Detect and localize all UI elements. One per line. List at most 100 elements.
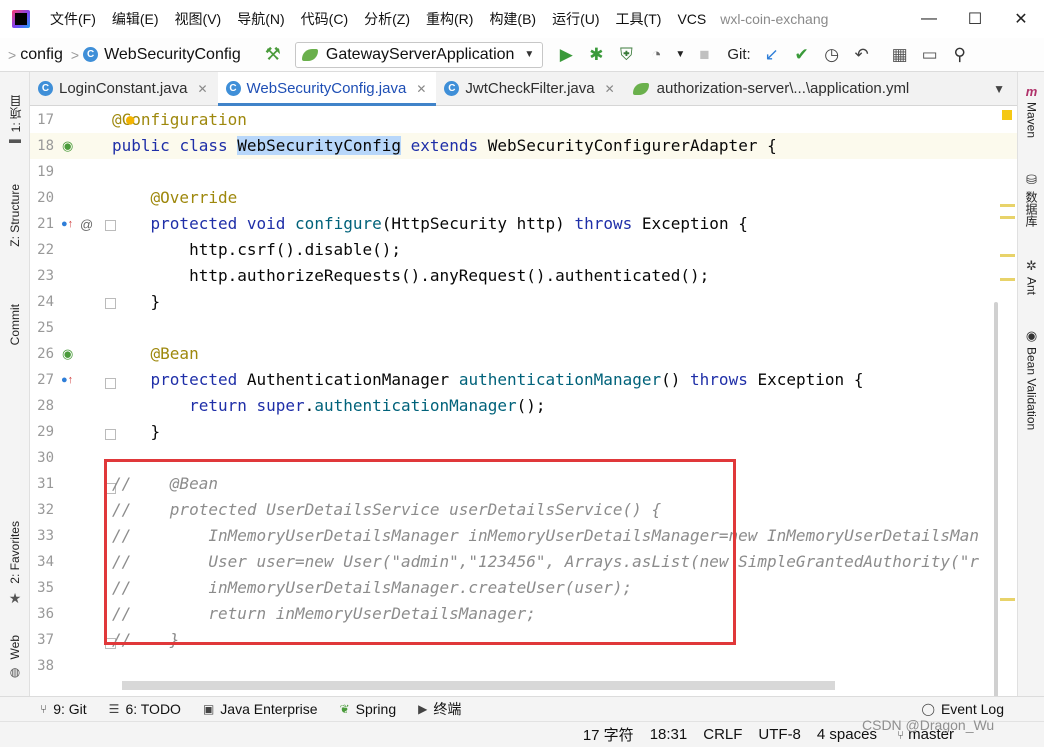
- close-window-button[interactable]: ✕: [998, 0, 1044, 38]
- spring-tool-button[interactable]: ❦ Spring: [340, 701, 397, 717]
- close-tab-icon[interactable]: ✕: [197, 82, 207, 96]
- layout-icon[interactable]: ▭: [917, 42, 943, 68]
- horizontal-scrollbar[interactable]: [122, 681, 835, 690]
- warning-marker[interactable]: [1000, 254, 1015, 257]
- run-icon[interactable]: ▶: [553, 42, 579, 68]
- caret-position[interactable]: 18:31: [650, 726, 688, 743]
- menu-build[interactable]: 构建(B): [481, 0, 544, 38]
- commented-code-line: // return inMemoryUserDetailsManager;: [112, 604, 536, 623]
- web-tool-tab[interactable]: Web: [0, 627, 30, 667]
- menu-analyze[interactable]: 分析(Z): [356, 0, 418, 38]
- structure-tool-tab[interactable]: Z: Structure: [0, 170, 30, 260]
- spring-bean-gutter-icon[interactable]: ◉: [62, 346, 73, 362]
- rollback-icon[interactable]: ↶: [849, 42, 875, 68]
- coverage-icon[interactable]: ⛨: [613, 42, 639, 68]
- bean-validation-tool-tab[interactable]: ◉ Bean Validation: [1018, 328, 1044, 430]
- annotation-gutter-icon[interactable]: @: [80, 217, 93, 232]
- maven-tool-tab[interactable]: m Maven: [1018, 84, 1044, 138]
- git-branch-icon: ⑂: [40, 702, 48, 716]
- warning-marker[interactable]: [1000, 598, 1015, 601]
- minimize-button[interactable]: —: [906, 0, 952, 38]
- keyword-token: public: [112, 136, 170, 155]
- breadcrumb-separator-icon: >: [70, 46, 80, 63]
- gutter-line: 34: [37, 554, 54, 570]
- spring-config-gutter-icon[interactable]: ◉: [62, 138, 73, 154]
- run-configuration-select[interactable]: GatewayServerApplication ▼: [294, 41, 544, 68]
- code-line: return super.authenticationManager();: [112, 393, 1017, 419]
- code-token: http: [516, 214, 556, 233]
- gutter-line: 18 ◉: [30, 133, 112, 159]
- favorites-tool-tab[interactable]: 2: Favorites: [0, 512, 30, 592]
- close-tab-icon[interactable]: ✕: [416, 82, 426, 96]
- git-tool-button[interactable]: ⑂ 9: Git: [40, 701, 87, 717]
- code-token: Exception: [757, 370, 845, 389]
- tab-jwt-check-filter[interactable]: C JwtCheckFilter.java ✕: [436, 72, 624, 105]
- breadcrumb-item-class[interactable]: WebSecurityConfig: [104, 46, 241, 64]
- menu-file[interactable]: 文件(F): [42, 0, 104, 38]
- search-icon[interactable]: ⚲: [947, 42, 973, 68]
- line-separator[interactable]: CRLF: [703, 726, 742, 743]
- git-commit-icon[interactable]: ✔: [789, 42, 815, 68]
- warning-marker[interactable]: [1000, 216, 1015, 219]
- gutter-line: 36: [37, 606, 54, 622]
- tab-web-security-config[interactable]: C WebSecurityConfig.java ✕: [217, 72, 437, 106]
- close-tab-icon[interactable]: ✕: [605, 82, 615, 96]
- override-gutter-icon[interactable]: ●↑: [61, 374, 73, 386]
- gutter-line: 26 ◉: [37, 346, 74, 362]
- menu-view[interactable]: 视图(V): [167, 0, 230, 38]
- intention-bulb-icon[interactable]: ●: [126, 107, 134, 133]
- right-tool-stripe: m Maven ⛁ 数据库 ✲ Ant ◉ Bean Validation: [1017, 72, 1044, 696]
- debug-icon[interactable]: ✱: [583, 42, 609, 68]
- error-stripe[interactable]: [998, 106, 1017, 696]
- menu-code[interactable]: 代码(C): [293, 0, 356, 38]
- more-run-options-icon[interactable]: ▼: [673, 42, 687, 68]
- override-gutter-icon[interactable]: ●↑: [61, 218, 73, 230]
- code-token: (: [661, 370, 671, 389]
- code-editor[interactable]: 17 18 ◉ 19 20 21 ●↑ @ 22 23 24 25 26 ◉ 2…: [30, 106, 1017, 696]
- code-line: @Bean: [112, 341, 1017, 367]
- database-tool-tab[interactable]: ⛁ 数据库: [1018, 172, 1044, 227]
- menu-run[interactable]: 运行(U): [544, 0, 607, 38]
- file-encoding[interactable]: UTF-8: [758, 726, 801, 743]
- commit-tool-tab[interactable]: Commit: [0, 290, 30, 360]
- terminal-tool-button[interactable]: ▶ 终端: [418, 699, 461, 719]
- tab-overflow-chevron-icon[interactable]: ▼: [981, 72, 1017, 105]
- menu-navigate[interactable]: 导航(N): [229, 0, 292, 38]
- keyword-token: protected: [150, 370, 238, 389]
- profile-icon[interactable]: ◔: [643, 42, 669, 68]
- tab-application-yml[interactable]: authorization-server\...\application.yml: [625, 72, 920, 105]
- menu-vcs[interactable]: VCS: [669, 0, 714, 38]
- selection-count[interactable]: 17 字符: [583, 724, 634, 745]
- git-update-icon[interactable]: ↙: [759, 42, 785, 68]
- git-history-icon[interactable]: ◷: [819, 42, 845, 68]
- menu-edit[interactable]: 编辑(E): [104, 0, 167, 38]
- build-hammer-icon[interactable]: ⚒: [265, 44, 281, 65]
- java-enterprise-tool-button[interactable]: ▣ Java Enterprise: [203, 701, 318, 717]
- breadcrumb-separator-icon: >: [8, 46, 17, 63]
- code-token: Exception: [641, 214, 729, 233]
- maximize-button[interactable]: ☐: [952, 0, 998, 38]
- project-structure-icon[interactable]: ▦: [887, 42, 913, 68]
- menu-tools[interactable]: 工具(T): [608, 0, 670, 38]
- tab-login-constant[interactable]: C LoginConstant.java ✕: [30, 72, 218, 105]
- breadcrumb-item-config[interactable]: config: [20, 46, 63, 64]
- keyword-token: extends: [410, 136, 479, 155]
- warning-marker[interactable]: [1000, 278, 1015, 281]
- todo-tool-button[interactable]: ☰ 6: TODO: [109, 701, 181, 717]
- commented-code-line: // inMemoryUserDetailsManager.createUser…: [112, 578, 633, 597]
- menu-refactor[interactable]: 重构(R): [418, 0, 481, 38]
- event-log-button[interactable]: ◯ Event Log: [922, 701, 1005, 717]
- ant-tool-tab[interactable]: ✲ Ant: [1018, 258, 1044, 295]
- warning-marker[interactable]: [1000, 204, 1015, 207]
- keyword-token: class: [179, 136, 228, 155]
- stop-icon[interactable]: ■: [691, 42, 717, 68]
- warning-indicator-icon[interactable]: [1002, 110, 1012, 120]
- gutter-line: 19: [37, 164, 54, 180]
- gutter-line: 23: [37, 268, 54, 284]
- code-area[interactable]: @Configuration ● public class WebSecurity…: [112, 106, 1017, 696]
- editor-tab-bar: C LoginConstant.java ✕ C WebSecurityConf…: [30, 72, 1017, 106]
